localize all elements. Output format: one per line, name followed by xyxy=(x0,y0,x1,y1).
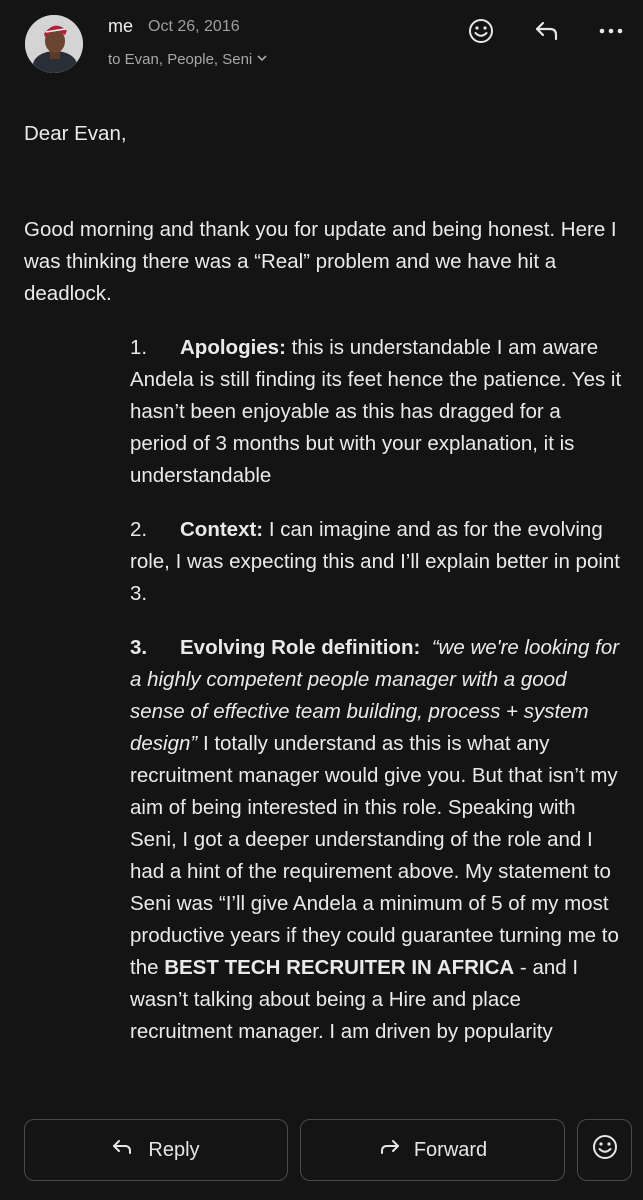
emoji-icon xyxy=(591,1133,619,1167)
list-item: 2. Context: I can imagine and as for the … xyxy=(130,514,622,610)
point-text: I totally understand as this is what any… xyxy=(130,732,619,979)
list-item: 3. Evolving Role definition: “we we're lo… xyxy=(130,632,622,1048)
reply-icon xyxy=(112,1138,134,1162)
point-number: 2. xyxy=(130,518,148,541)
sender-name: me xyxy=(108,16,134,36)
point-title: Evolving Role definition: xyxy=(180,636,421,659)
forward-button[interactable]: Forward xyxy=(300,1119,565,1181)
forward-icon xyxy=(378,1138,400,1162)
point-title: Context: xyxy=(180,518,264,541)
sender-avatar[interactable] xyxy=(25,15,83,73)
recipients-toggle[interactable]: to Evan, People, Seni xyxy=(108,51,268,68)
message-body: Dear Evan, Good morning and thank you fo… xyxy=(24,118,624,1070)
chevron-down-icon xyxy=(256,51,268,68)
point-number: 3. xyxy=(130,636,148,659)
message-header: me Oct 26, 2016 to Evan, People, Seni xyxy=(0,0,643,90)
reply-button[interactable]: Reply xyxy=(24,1119,288,1181)
point-number: 1. xyxy=(130,336,148,359)
reply-icon[interactable] xyxy=(530,14,564,48)
recipients-text: to Evan, People, Seni xyxy=(108,51,253,68)
forward-label: Forward xyxy=(413,1138,488,1161)
point-emphasis: BEST TECH RECRUITER IN AFRICA xyxy=(164,956,515,979)
reply-label: Reply xyxy=(148,1138,200,1161)
greeting: Dear Evan, xyxy=(24,122,127,145)
points-list: 1. Apologies: this is understandable I am… xyxy=(24,332,622,1048)
emoji-react-button[interactable] xyxy=(577,1119,632,1181)
more-options-icon[interactable] xyxy=(594,14,628,48)
emoji-react-icon[interactable] xyxy=(464,14,498,48)
point-title: Apologies: xyxy=(180,336,286,359)
action-bar: Reply Forward xyxy=(0,1108,643,1200)
message-date: Oct 26, 2016 xyxy=(148,18,240,35)
intro-paragraph: Good morning and thank you for update an… xyxy=(24,218,617,305)
list-item: 1. Apologies: this is understandable I am… xyxy=(130,332,622,492)
